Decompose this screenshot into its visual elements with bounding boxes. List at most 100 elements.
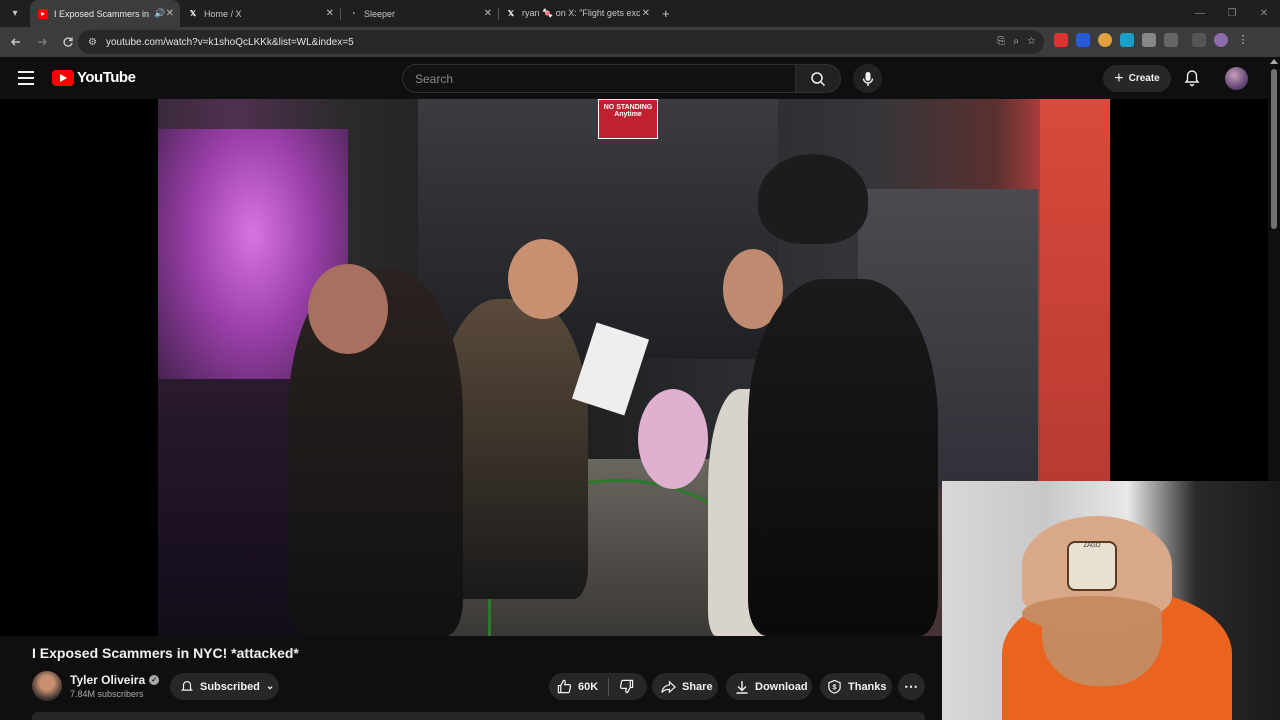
x-favicon-icon: 𝕏 [507,9,515,18]
subscribed-button[interactable]: Subscribed ⌄ [170,673,279,700]
sleeper-favicon-icon: ◔ [350,9,356,18]
download-button[interactable]: Download [726,673,812,700]
webcam-cap-brim [1022,596,1162,631]
extensions-area: ⋮ [1054,33,1250,47]
youtube-favicon-icon: ▸ [38,8,48,19]
subscribed-label: Subscribed [200,680,260,693]
bell-icon [1184,70,1200,87]
sign-line-1: NO STANDING [603,104,653,111]
kebab-menu-icon[interactable]: ⋮ [1236,33,1250,47]
no-standing-sign: NO STANDING Anytime [598,99,658,139]
x-favicon-icon: 𝕏 [189,9,197,18]
like-count: 60K [578,680,599,693]
forward-button[interactable] [30,30,54,54]
tab-title: Home / X [204,8,242,19]
tab-close-icon[interactable]: ✕ [326,8,334,19]
share-icon [661,679,676,694]
dislike-button[interactable] [619,679,634,694]
tab-home-x[interactable]: 𝕏 Home / X ✕ [180,0,341,27]
extensions-puzzle-icon[interactable] [1164,33,1178,47]
zoom-icon[interactable]: ⌕ [1013,36,1019,47]
reading-list-icon[interactable] [1192,33,1206,47]
tab-youtube[interactable]: ▸ I Exposed Scammers in NYC 🔊 ✕ [30,0,180,27]
reload-icon [63,37,73,47]
account-avatar[interactable] [1225,67,1248,90]
thanks-label: Thanks [848,680,887,693]
verified-icon: ✓ [149,675,160,685]
reload-button[interactable] [56,30,80,54]
video-person-head [508,239,578,319]
create-button[interactable]: + Create [1103,65,1171,92]
search-input[interactable] [415,71,795,86]
youtube-logo[interactable]: YouTube [52,69,136,86]
like-divider [608,677,610,696]
video-pink-plush [638,389,708,489]
video-title: I Exposed Scammers in NYC! *attacked* [32,645,299,661]
search-icon [811,71,826,86]
webcam-overlay: ZAGO [942,481,1280,720]
channel-name[interactable]: Tyler Oliveira [70,673,145,687]
chevron-down-icon: ⌄ [265,681,275,692]
sign-line-2: Anytime [614,111,642,118]
restore-icon[interactable]: ❐ [1216,8,1248,19]
new-tab-button[interactable]: + [662,6,670,21]
scrollbar-thumb[interactable] [1271,69,1277,229]
arrow-left-icon [10,38,20,46]
audio-playing-icon[interactable]: 🔊 [154,8,165,19]
site-info-icon[interactable]: ⚙ [88,36,100,48]
microphone-icon [862,71,873,86]
tab-sleeper[interactable]: ◔ Sleeper ✕ [340,0,499,27]
subscriber-count: 7.84M subscribers [70,689,144,699]
voice-search-button[interactable] [853,64,882,93]
channel-name-row[interactable]: Tyler Oliveira ✓ [70,673,160,687]
back-button[interactable] [4,30,28,54]
extension-icon[interactable] [1142,33,1156,47]
url-text: youtube.com/watch?v=k1shoQcLKKk&list=WL&… [106,36,354,48]
scroll-up-icon[interactable] [1270,59,1278,64]
search-button[interactable] [795,64,841,93]
more-actions-button[interactable]: ⋯ [898,673,925,700]
thumbs-down-icon [620,679,634,694]
minimize-icon[interactable]: — [1184,8,1216,19]
thumbs-up-icon [557,679,572,694]
download-icon [736,680,748,694]
extension-icon[interactable] [1054,33,1068,47]
like-dislike-group: 60K [549,673,647,700]
bookmark-star-icon[interactable]: ☆ [1027,36,1036,47]
download-label: Download [755,680,808,693]
hamburger-menu-icon[interactable] [18,71,34,85]
tab-ryan-x[interactable]: 𝕏 ryan 🍬 on X: "Flight gets excit ✕ [498,0,656,27]
extension-icon[interactable] [1120,33,1134,47]
install-app-icon[interactable]: ⎘ [997,36,1005,47]
logo-text: YouTube [77,69,136,86]
profile-icon[interactable] [1214,33,1228,47]
video-person-head [308,264,388,354]
tab-title: Sleeper [364,8,396,19]
webcam-cap-patch: ZAGO [1067,541,1117,591]
super-thanks-icon: $ [828,679,841,694]
description-box[interactable] [32,712,925,720]
tab-search-button[interactable]: ▾ [4,3,26,25]
arrow-right-icon [38,38,48,46]
create-label: Create [1128,73,1160,84]
video-pedicab-seat [158,379,308,636]
address-bar[interactable]: ⚙ youtube.com/watch?v=k1shoQcLKKk&list=W… [78,30,1044,54]
like-button[interactable]: 60K [557,679,598,694]
channel-avatar[interactable] [32,671,62,701]
tab-title: ryan 🍬 on X: "Flight gets excit [522,8,640,18]
tab-close-icon[interactable]: ✕ [166,8,174,19]
close-window-icon[interactable]: ✕ [1248,8,1280,19]
tab-close-icon[interactable]: ✕ [642,8,650,19]
youtube-header: YouTube + Create [0,57,1280,99]
notifications-button[interactable] [1184,69,1200,87]
video-red-wall [1040,99,1110,489]
extension-icon[interactable] [1098,33,1112,47]
share-button[interactable]: Share [652,673,718,700]
video-person-head [758,154,868,244]
omnibox-actions: ⎘ ⌕ ☆ [997,36,1036,47]
video-person [748,279,938,636]
thanks-button[interactable]: $ Thanks [820,673,892,700]
plus-icon: + [1114,69,1124,87]
extension-icon[interactable] [1076,33,1090,47]
tab-close-icon[interactable]: ✕ [484,8,492,19]
